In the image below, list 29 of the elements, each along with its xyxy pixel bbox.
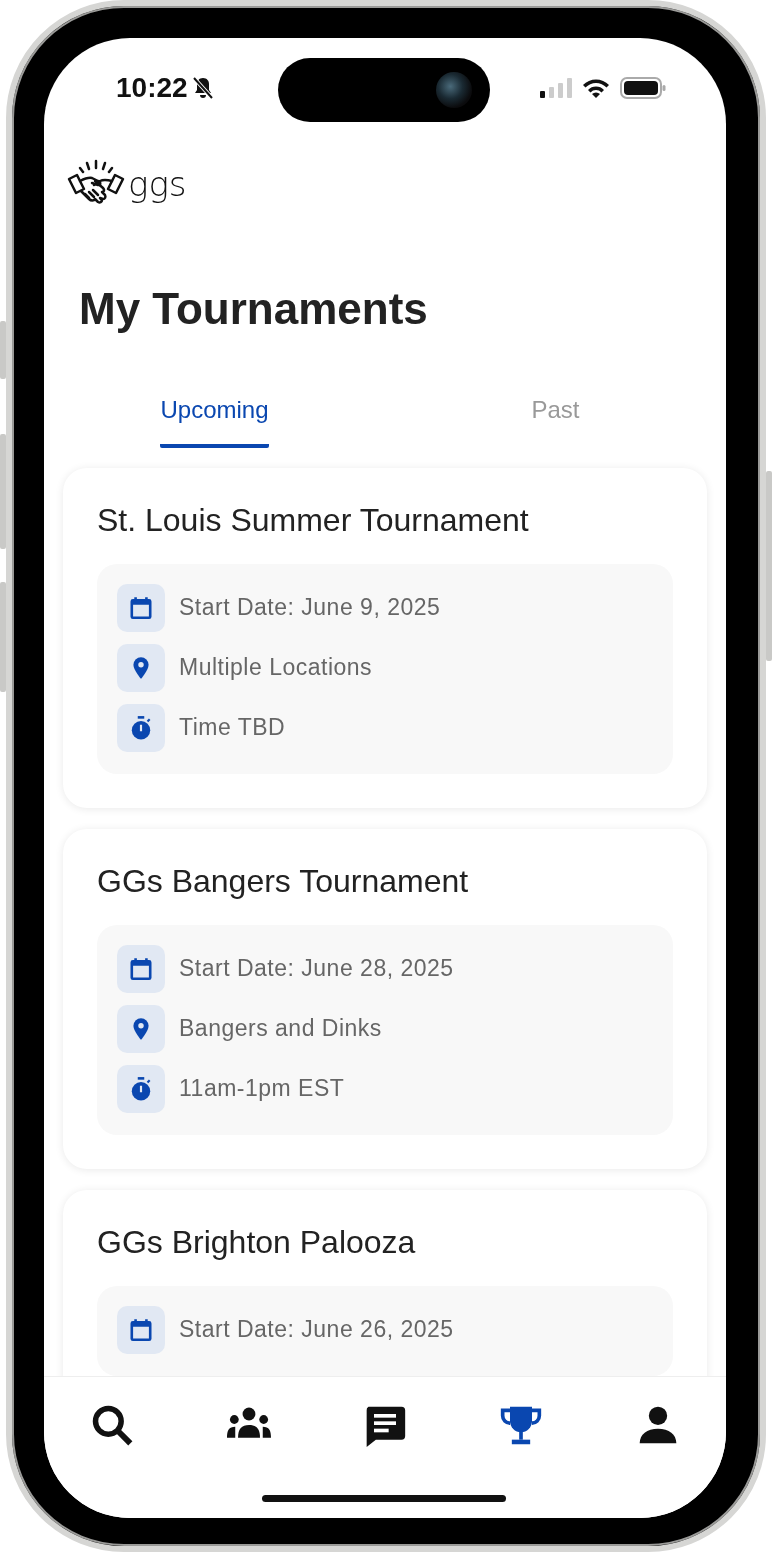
tournament-name: St. Louis Summer Tournament [97,501,530,540]
detail-text: Time TBD [179,713,286,741]
stopwatch-icon [117,1065,165,1113]
calendar-icon [117,584,165,632]
location-pin-icon [117,644,165,692]
detail-text: Start Date: June 26, 2025 [179,1315,454,1343]
detail-text: 11am-1pm EST [179,1074,345,1102]
calendar-icon [117,945,165,993]
camera-lens [436,72,472,108]
status-time: 10:22 [116,72,188,104]
logo-text: ggs [128,164,187,204]
battery-icon [620,77,666,99]
search-icon[interactable] [90,1403,135,1447]
tab[interactable]: Upcoming [160,382,269,448]
page-title: My Tournaments [79,284,429,334]
tournament-card[interactable]: St. Louis Summer Tournament Start Date: June 9, 2025 Multiple Locations Time TBD [63,468,707,808]
tournament-card[interactable]: GGs Bangers Tournament Start Date: June 28, 2025 Bangers and Dinks 11am-1pm EST [63,829,707,1169]
tournament-name: GGs Brighton Palooza [97,1223,417,1262]
tournament-name: GGs Bangers Tournament [97,862,470,901]
calendar-icon [117,1306,165,1354]
stopwatch-icon [117,704,165,752]
tournament-card[interactable]: GGs Brighton Palooza Start Date: June 26, 2025 [63,1190,707,1376]
wifi-icon [582,78,610,98]
detail-text: Multiple Locations [179,653,373,681]
location-pin-icon [117,1005,165,1053]
detail-text: Start Date: June 9, 2025 [179,593,441,621]
detail-text: Bangers and Dinks [179,1014,382,1042]
signal-icon [540,78,572,98]
detail-text: Start Date: June 28, 2025 [179,954,454,982]
